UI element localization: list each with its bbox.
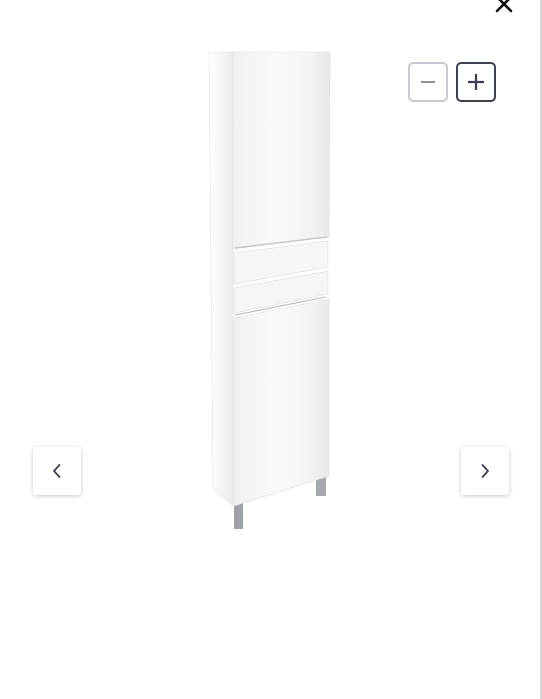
close-button[interactable]	[488, 0, 520, 16]
cabinet-upper-door	[232, 51, 331, 250]
chevron-right-icon	[481, 464, 489, 478]
cabinet-lower-door	[233, 298, 330, 507]
chevron-left-icon	[53, 464, 61, 478]
cabinet-side-panel	[208, 51, 234, 507]
next-image-button[interactable]	[461, 447, 509, 495]
zoom-in-button[interactable]	[456, 62, 496, 102]
image-viewer	[0, 0, 542, 699]
zoom-out-button[interactable]	[408, 62, 448, 102]
previous-image-button[interactable]	[33, 447, 81, 495]
product-image	[208, 51, 331, 529]
plus-icon	[468, 74, 484, 90]
close-icon	[495, 0, 513, 13]
minus-icon	[421, 81, 435, 83]
